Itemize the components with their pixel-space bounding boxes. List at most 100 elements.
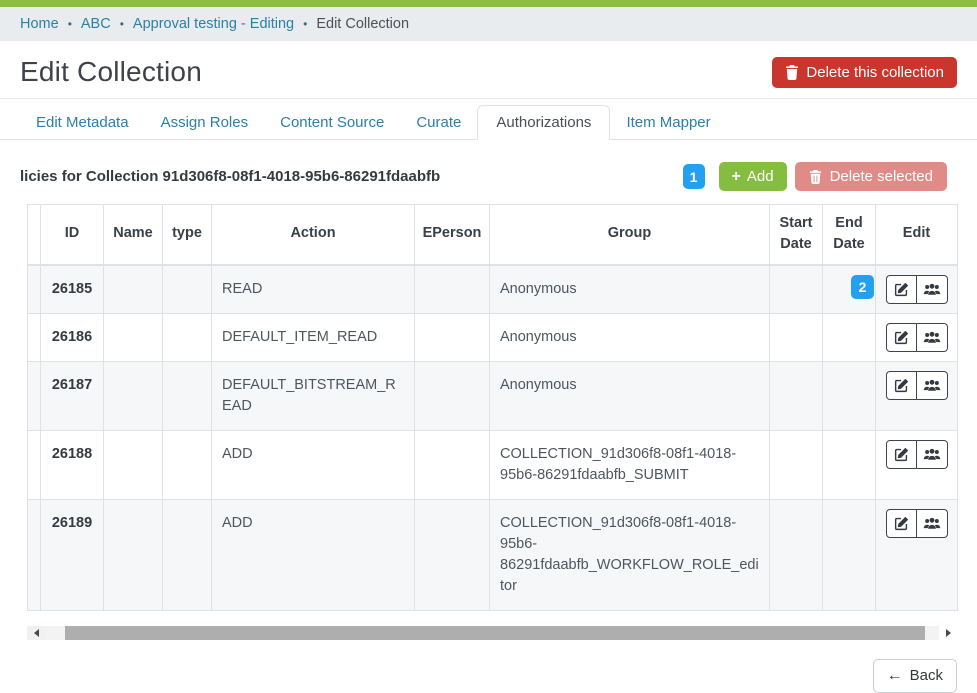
breadcrumb-current: Edit Collection [316,16,409,32]
edit-group-button[interactable] [917,509,948,538]
col-name: Name [104,205,163,265]
edit-policy-button[interactable] [886,323,917,352]
tab-item-mapper[interactable]: Item Mapper [610,105,726,140]
add-policy-button[interactable]: + Add [719,162,787,191]
cell-select [28,313,41,361]
cell-action: DEFAULT_ITEM_READ [212,313,415,361]
cell-group: Anonymous [490,313,770,361]
cell-end-date [823,499,876,610]
policies-heading: licies for Collection 91d306f8-08f1-4018… [20,168,440,185]
tab-curate[interactable]: Curate [400,105,477,140]
cell-eperson [415,313,490,361]
edit-group-button[interactable] [917,371,948,400]
tab-assign-roles[interactable]: Assign Roles [145,105,265,140]
edit-group-button[interactable] [917,275,948,304]
add-label: Add [747,168,774,185]
col-end-date: End Date [823,205,876,265]
col-eperson: EPerson [415,205,490,265]
cell-group: COLLECTION_91d306f8-08f1-4018-95b6-86291… [490,430,770,499]
breadcrumb-abc[interactable]: ABC [81,16,111,32]
col-edit: Edit [876,205,958,265]
cell-action: ADD [212,499,415,610]
cell-action: ADD [212,430,415,499]
col-id: ID [41,205,104,265]
back-button[interactable]: ← Back [873,659,957,693]
back-arrow-icon: ← [887,667,903,685]
tab-edit-metadata[interactable]: Edit Metadata [20,105,145,140]
breadcrumb-separator: • [68,17,72,31]
table-row: 26185 READ Anonymous [28,265,958,314]
table-row: 26187 DEFAULT_BITSTREAM_READ Anonymous [28,361,958,430]
cell-eperson [415,430,490,499]
page-title: Edit Collection [20,56,202,88]
cell-name [104,499,163,610]
delete-selected-label: Delete selected [830,168,933,185]
cell-type [163,430,212,499]
cell-select [28,430,41,499]
cell-edit [876,361,958,430]
cell-type [163,499,212,610]
cell-id: 26187 [41,361,104,430]
scrollbar-thumb[interactable] [65,626,925,640]
cell-id: 26186 [41,313,104,361]
cell-start-date [770,499,823,610]
cell-start-date [770,265,823,314]
delete-selected-button[interactable]: Delete selected [795,162,947,191]
table-row: 26189 ADD COLLECTION_91d306f8-08f1-4018-… [28,499,958,610]
col-select [28,205,41,265]
breadcrumb-home[interactable]: Home [20,16,59,32]
breadcrumb-approval-testing[interactable]: Approval testing - Editing [133,16,294,32]
cell-type [163,313,212,361]
tab-bar: Edit Metadata Assign Roles Content Sourc… [0,99,977,140]
scroll-right-arrow-icon[interactable] [939,626,957,640]
cell-type [163,361,212,430]
cell-eperson [415,265,490,314]
cell-select [28,361,41,430]
edit-policy-button[interactable] [886,371,917,400]
cell-group: Anonymous [490,265,770,314]
edit-policy-button[interactable] [886,275,917,304]
trash-icon [809,170,822,184]
cell-end-date [823,430,876,499]
cell-id: 26185 [41,265,104,314]
cell-action: DEFAULT_BITSTREAM_READ [212,361,415,430]
cell-type [163,265,212,314]
cell-eperson [415,499,490,610]
cell-name [104,361,163,430]
edit-policy-button[interactable] [886,440,917,469]
col-type: type [163,205,212,265]
tab-authorizations[interactable]: Authorizations [477,105,610,140]
horizontal-scrollbar[interactable] [27,626,957,640]
breadcrumb-separator: • [303,17,307,31]
cell-id: 26189 [41,499,104,610]
cell-end-date [823,361,876,430]
scroll-left-arrow-icon[interactable] [27,626,45,640]
table-row: 26188 ADD COLLECTION_91d306f8-08f1-4018-… [28,430,958,499]
trash-icon [785,65,799,80]
edit-policy-button[interactable] [886,509,917,538]
breadcrumb: Home • ABC • Approval testing - Editing … [0,7,977,41]
cell-eperson [415,361,490,430]
cell-start-date [770,313,823,361]
delete-collection-button[interactable]: Delete this collection [772,57,957,88]
cell-edit [876,313,958,361]
cell-group: COLLECTION_91d306f8-08f1-4018-95b6-86291… [490,499,770,610]
annotation-badge-1: 1 [683,164,705,189]
table-row: 26186 DEFAULT_ITEM_READ Anonymous [28,313,958,361]
edit-group-button[interactable] [917,440,948,469]
back-label: Back [910,667,943,684]
cell-id: 26188 [41,430,104,499]
tab-content-source[interactable]: Content Source [264,105,400,140]
cell-select [28,265,41,314]
cell-edit [876,265,958,314]
table-header-row: ID Name type Action EPerson Group Start … [28,205,958,265]
cell-start-date [770,430,823,499]
cell-name [104,265,163,314]
top-accent-bar [0,0,977,7]
breadcrumb-separator: • [120,17,124,31]
cell-edit [876,430,958,499]
cell-end-date [823,313,876,361]
col-group: Group [490,205,770,265]
policies-table: ID Name type Action EPerson Group Start … [27,204,958,611]
edit-group-button[interactable] [917,323,948,352]
